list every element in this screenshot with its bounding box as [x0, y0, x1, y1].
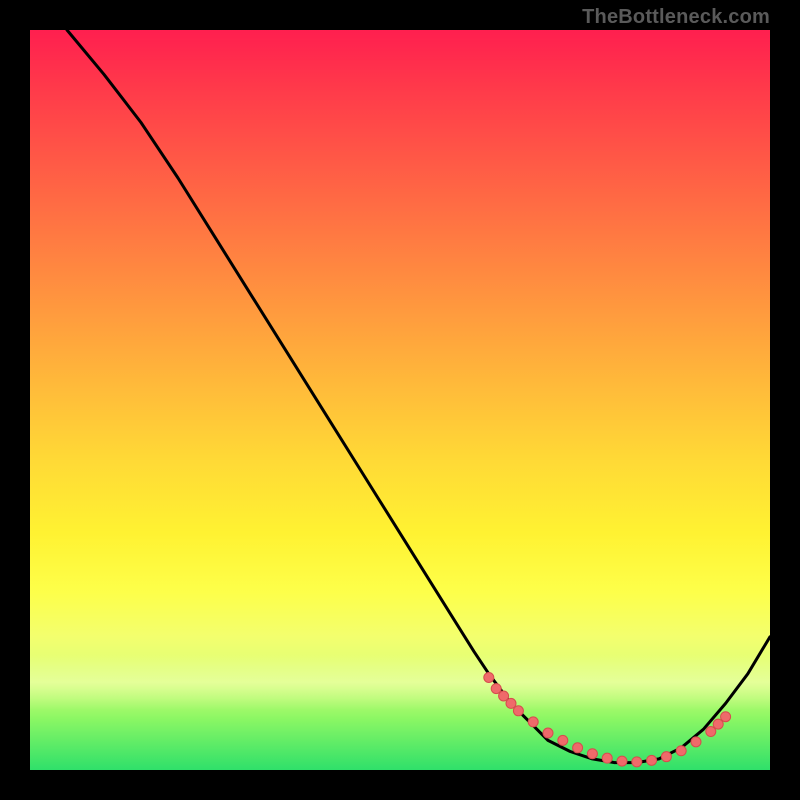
data-marker	[573, 743, 583, 753]
chart-svg	[30, 30, 770, 770]
data-marker	[691, 737, 701, 747]
data-marker	[499, 691, 509, 701]
data-marker	[491, 684, 501, 694]
data-marker	[528, 717, 538, 727]
data-marker	[587, 749, 597, 759]
plot-area	[30, 30, 770, 770]
marker-layer	[484, 673, 731, 767]
data-marker	[513, 706, 523, 716]
data-marker	[706, 727, 716, 737]
data-marker	[602, 753, 612, 763]
curve-layer	[67, 30, 770, 763]
data-marker	[721, 712, 731, 722]
data-marker	[617, 756, 627, 766]
data-marker	[676, 746, 686, 756]
watermark-text: TheBottleneck.com	[582, 6, 770, 29]
data-marker	[558, 735, 568, 745]
data-marker	[713, 719, 723, 729]
data-marker	[506, 698, 516, 708]
data-marker	[484, 673, 494, 683]
data-marker	[647, 755, 657, 765]
bottleneck-curve	[67, 30, 770, 763]
data-marker	[543, 728, 553, 738]
data-marker	[661, 752, 671, 762]
chart-stage: TheBottleneck.com	[0, 0, 800, 800]
data-marker	[632, 757, 642, 767]
